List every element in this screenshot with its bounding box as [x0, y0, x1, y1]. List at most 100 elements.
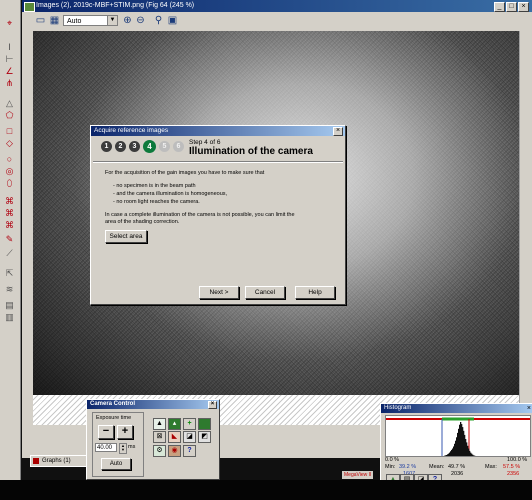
- divider: [93, 161, 343, 163]
- angle-icon[interactable]: ∠: [3, 66, 16, 77]
- note-line-1: In case a complete illumination of the c…: [105, 212, 295, 218]
- dialog-close-button[interactable]: ×: [333, 127, 343, 136]
- auto-button[interactable]: Auto: [101, 458, 131, 470]
- dialog-title: Acquire reference images: [94, 127, 169, 134]
- max-label: Max:: [485, 464, 497, 470]
- zoom-select[interactable]: Auto ▼: [63, 15, 118, 26]
- taskbar-background: [0, 480, 532, 500]
- max-value: 2356: [507, 471, 520, 477]
- stack-icon[interactable]: ≋: [3, 284, 16, 295]
- ruler-icon[interactable]: ⌘: [3, 220, 16, 231]
- image-toolbar: ▭ ▦ Auto ▼ ⊕ ⊖ ⚲ ▣: [22, 12, 532, 30]
- rect-icon[interactable]: □: [3, 126, 16, 137]
- grid-icon[interactable]: ▦: [48, 15, 61, 27]
- graphs-label: Graphs (1): [42, 458, 71, 464]
- magic-icon[interactable]: ⌘: [3, 208, 16, 219]
- scale-icon[interactable]: ⌘: [3, 196, 16, 207]
- image-window-title: Images (2), 2019c-MBF+STIM.png (Fig 64 (…: [36, 2, 195, 9]
- camera-titlebar[interactable]: Camera Control ×: [87, 400, 219, 409]
- triangle-icon[interactable]: △: [3, 98, 16, 109]
- zoom-value: Auto: [67, 18, 82, 25]
- camera-close-button[interactable]: ×: [208, 401, 217, 409]
- hist-right-pct: 100.0 %: [507, 457, 528, 463]
- vertical-scrollbar[interactable]: [519, 31, 531, 425]
- crosshair-icon[interactable]: +: [183, 418, 196, 430]
- step-3: 3: [129, 141, 140, 152]
- record-icon[interactable]: ◉: [168, 445, 181, 457]
- zoom-fit-icon[interactable]: ⚲: [152, 15, 165, 27]
- tool-palette: ⌖ I ⊢ ∠ ⋔ △ ⬠ □ ◇ ○ ◎ ⬯ ⌘ ⌘ ⌘ ✎ ⟋ ⇱ ≋ ▤ …: [0, 0, 21, 500]
- maximize-button[interactable]: □: [506, 2, 517, 12]
- camera-title: Camera Control: [90, 401, 136, 407]
- image-icon[interactable]: ▣: [166, 15, 179, 27]
- image-window-titlebar[interactable]: Images (2), 2019c-MBF+STIM.png (Fig 64 (…: [22, 0, 532, 12]
- zoom-out-icon[interactable]: ⊖: [134, 15, 147, 27]
- ring-icon[interactable]: ◎: [3, 166, 16, 177]
- dark-ref-icon[interactable]: ◣: [168, 431, 181, 443]
- intro-text: For the acquisition of the gain images y…: [105, 170, 265, 176]
- shading-icon[interactable]: ◩: [198, 431, 211, 443]
- histogram-svg: [386, 417, 530, 456]
- step-4-active: 4: [143, 140, 156, 153]
- acquire-icon[interactable]: ▴: [168, 418, 181, 430]
- bullet-3: - no room light reaches the camera.: [113, 199, 200, 205]
- line-icon[interactable]: ⊢: [3, 54, 16, 65]
- exposure-input[interactable]: 40.00: [95, 443, 117, 452]
- camera-control-window: Camera Control × Exposure time − + 40.00…: [86, 399, 220, 480]
- circle-icon[interactable]: ○: [3, 154, 16, 165]
- step-1: 1: [101, 141, 112, 152]
- gain-ref-icon[interactable]: ◪: [183, 431, 196, 443]
- minimize-button[interactable]: _: [494, 2, 505, 12]
- histogram-close-button[interactable]: ×: [527, 404, 531, 413]
- wand-icon[interactable]: ⟋: [3, 248, 16, 259]
- settings-icon[interactable]: ⚙: [153, 445, 166, 457]
- mean-value: 2036: [451, 471, 464, 477]
- polygon-icon[interactable]: ⬠: [3, 110, 16, 121]
- dialog-titlebar[interactable]: Acquire reference images ×: [91, 126, 345, 136]
- pointer-icon[interactable]: ⌖: [3, 18, 16, 29]
- histogram-titlebar[interactable]: Histogram ×: [381, 404, 532, 413]
- exposure-spinner[interactable]: ▲ ▼: [119, 443, 127, 454]
- pen-icon[interactable]: ✎: [3, 234, 16, 245]
- frame-icon[interactable]: [198, 418, 211, 430]
- zoom-in-icon[interactable]: ⊕: [121, 15, 134, 27]
- bullet-1: - no specimen is in the beam path: [113, 183, 196, 189]
- min-pct: 39.2 %: [399, 464, 417, 470]
- note-line-2: area of the shading correction.: [105, 219, 180, 225]
- step-label: Step 4 of 6: [189, 139, 221, 146]
- bin-icon[interactable]: ⊠: [153, 431, 166, 443]
- histogram-plot: [385, 415, 531, 457]
- browse-icon[interactable]: ▭: [34, 15, 47, 27]
- hist-left-pct: 0.0 %: [385, 457, 400, 463]
- arrow-icon[interactable]: ⇱: [3, 268, 16, 279]
- step-heading: Illumination of the camera: [189, 146, 313, 157]
- next-button[interactable]: Next >: [199, 286, 239, 299]
- app-icon: [24, 2, 35, 12]
- help-icon[interactable]: ?: [183, 445, 196, 457]
- select-area-button[interactable]: Select area: [105, 230, 147, 243]
- live-icon[interactable]: ▲: [153, 418, 166, 430]
- graph-icon: [33, 458, 39, 464]
- diamond-icon[interactable]: ◇: [3, 138, 16, 149]
- notes-icon[interactable]: ▤: [3, 300, 16, 311]
- step-2: 2: [115, 141, 126, 152]
- list-icon[interactable]: ▥: [3, 312, 16, 323]
- profile-icon[interactable]: ⋔: [3, 78, 16, 89]
- ellipse-icon[interactable]: ⬯: [3, 178, 16, 189]
- max-pct: 57.5 %: [503, 464, 521, 470]
- exposure-unit: ms: [128, 444, 136, 450]
- increase-exposure-button[interactable]: +: [117, 425, 133, 439]
- acquire-reference-dialog: Acquire reference images × 1 2 3 4 5 6 S…: [90, 125, 346, 305]
- close-button[interactable]: ×: [518, 2, 529, 12]
- mean-label: Mean:: [429, 464, 445, 470]
- graphs-window-minimized[interactable]: Graphs (1): [30, 455, 90, 467]
- help-button[interactable]: Help: [295, 286, 335, 299]
- decrease-exposure-button[interactable]: −: [98, 425, 114, 439]
- min-label: Min:: [385, 464, 396, 470]
- exposure-group: Exposure time − + 40.00 ▲ ▼ ms Auto: [92, 412, 144, 477]
- text-icon[interactable]: I: [3, 42, 16, 53]
- exposure-label: Exposure time: [96, 415, 132, 421]
- cancel-button[interactable]: Cancel: [245, 286, 285, 299]
- step-6: 6: [173, 141, 184, 152]
- histogram-title: Histogram: [384, 405, 412, 411]
